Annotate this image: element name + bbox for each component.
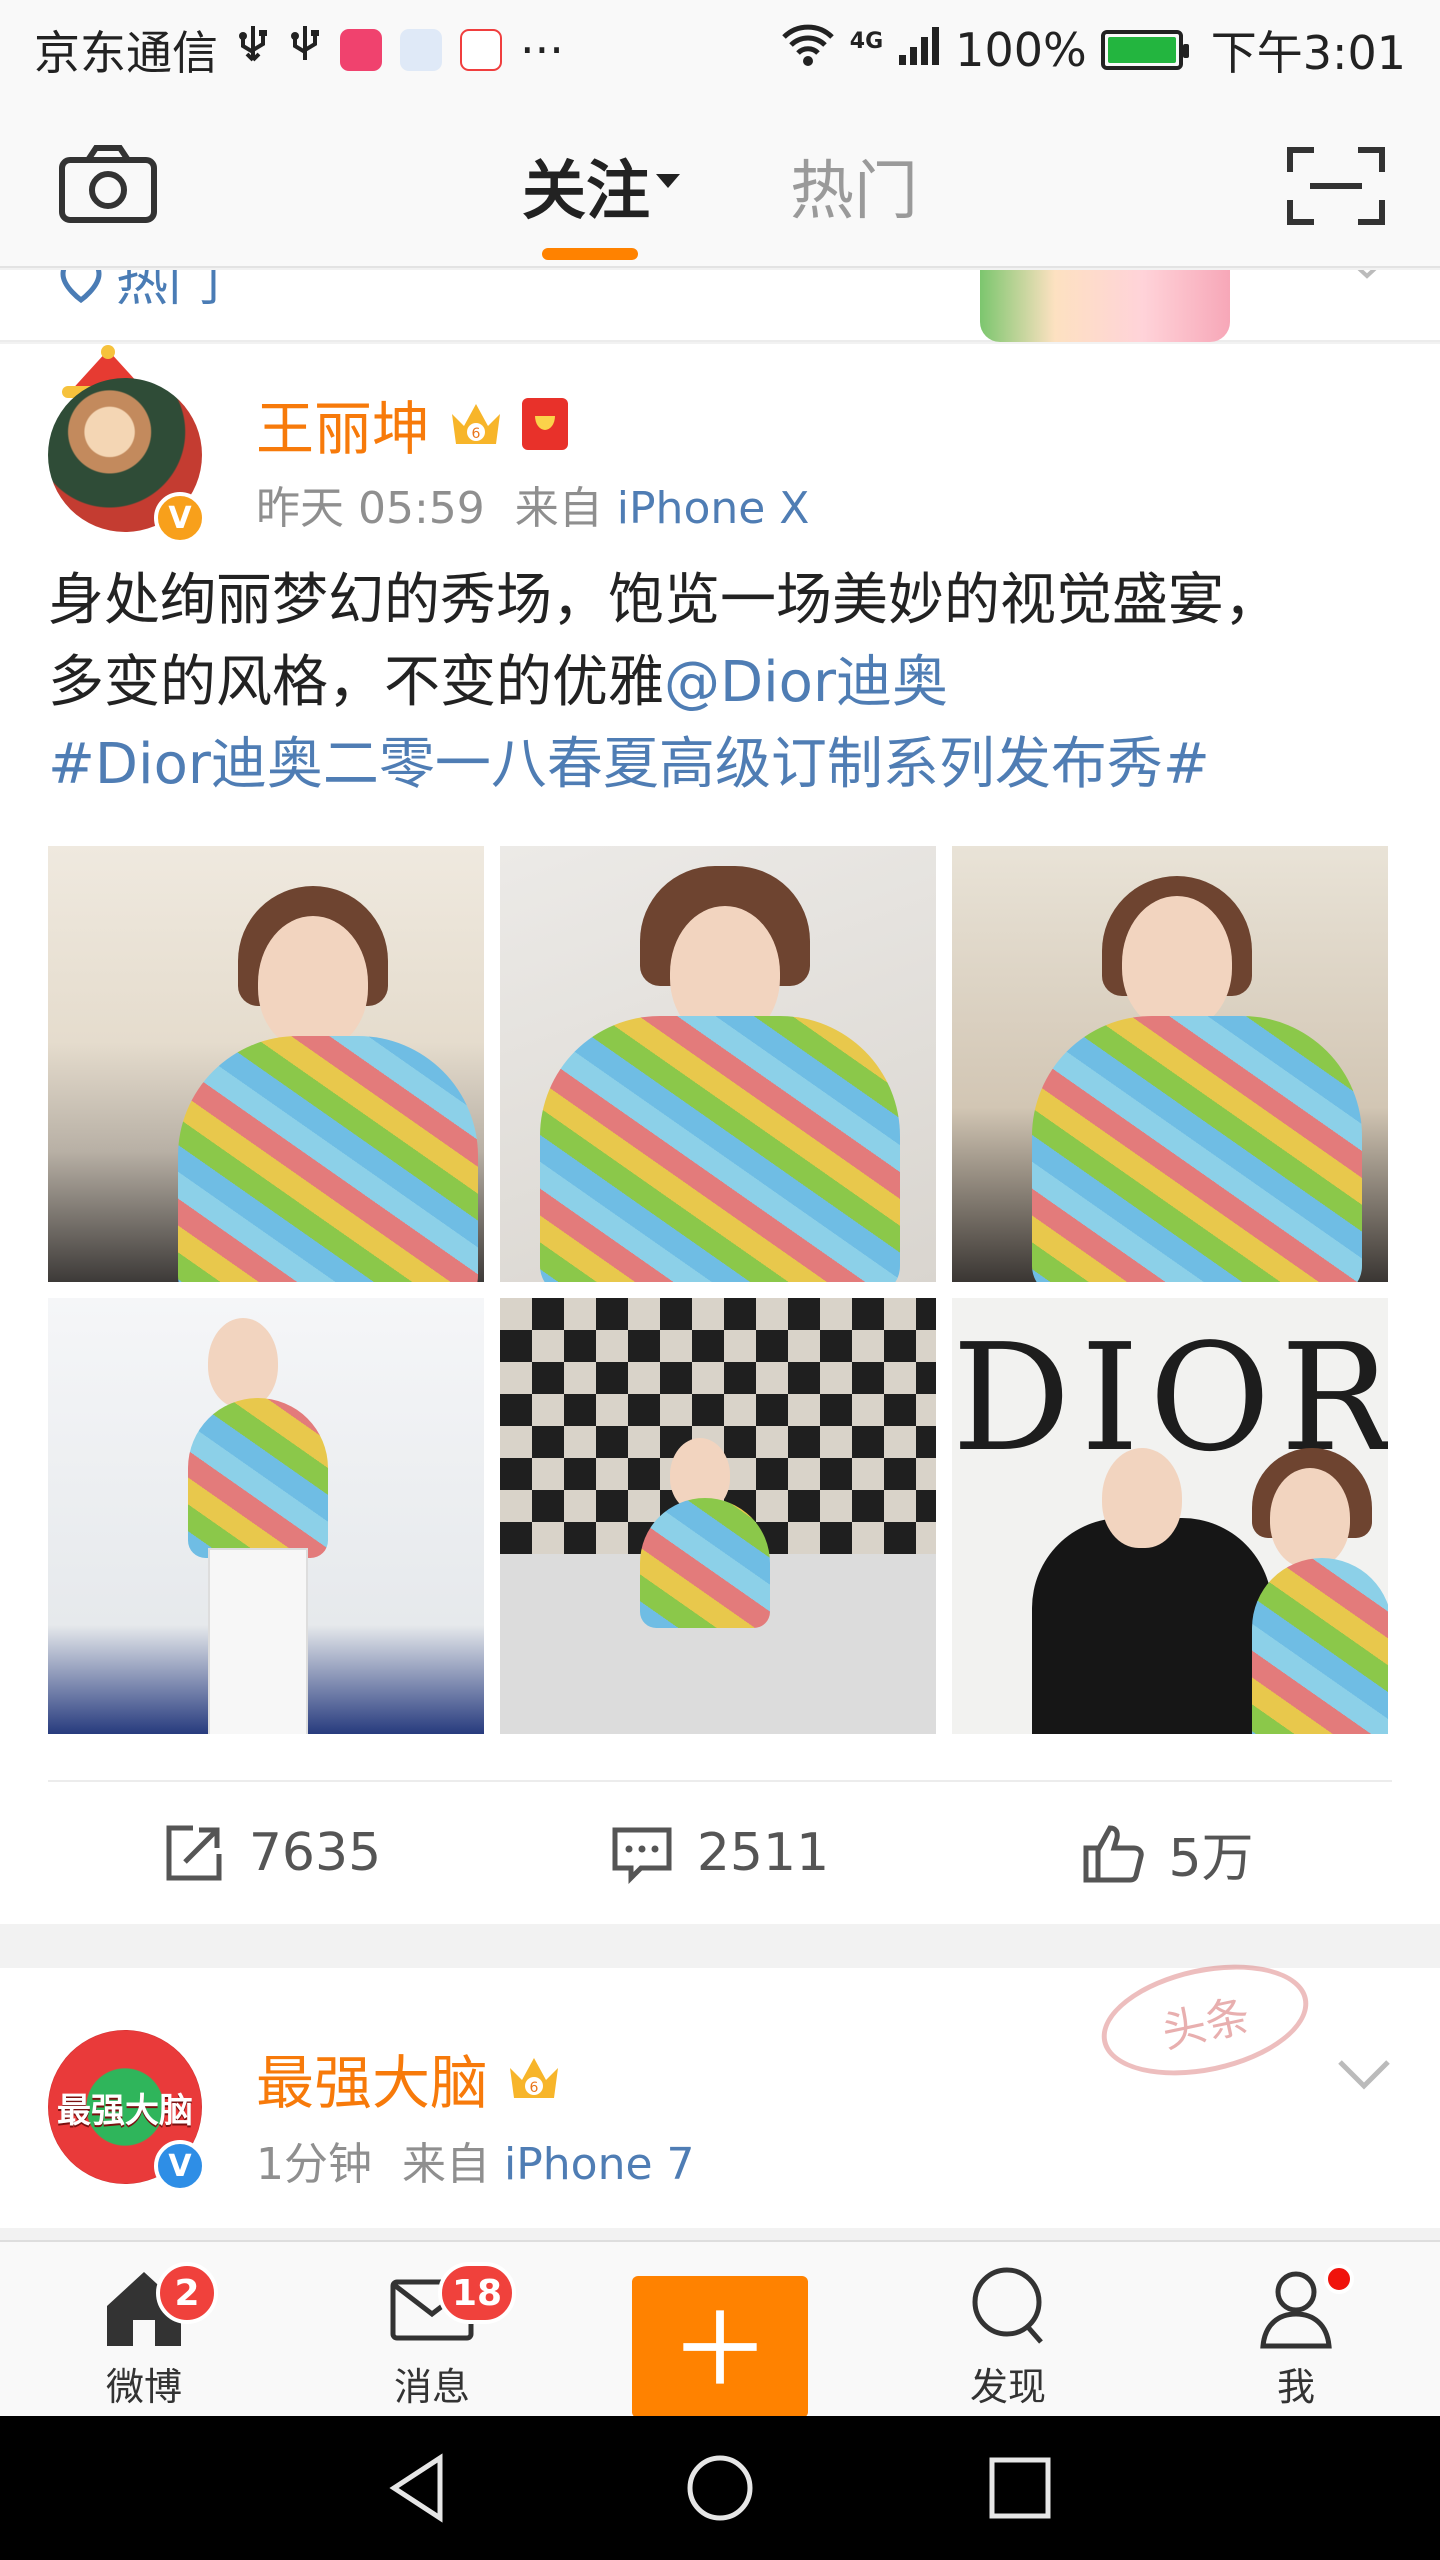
tab-discover-label: 发现: [969, 2365, 1046, 2409]
chevron-down-icon[interactable]: [1352, 270, 1382, 280]
svg-text:6: 6: [472, 426, 481, 442]
mention-link[interactable]: @Dior迪奥: [664, 650, 948, 715]
crown-icon: 6: [510, 2058, 559, 2098]
scan-icon[interactable]: [1286, 144, 1386, 228]
tab-me-label: 我: [1276, 2365, 1315, 2409]
recents-icon[interactable]: [980, 2448, 1060, 2528]
author-name[interactable]: 王丽坤: [256, 382, 430, 466]
signal-icon: [897, 23, 941, 78]
post-photo[interactable]: [500, 1298, 936, 1734]
hot-topic-label: 热门: [116, 270, 221, 313]
post-time: 昨天 05:59: [256, 483, 485, 534]
post-text-line: 身处绚丽梦幻的秀场，饱览一场美妙的视觉盛宴，: [48, 568, 1280, 633]
svg-text:6: 6: [530, 2080, 539, 2096]
usb-icon: [236, 23, 270, 77]
comment-icon: [612, 1827, 672, 1884]
wifi-icon: [780, 23, 836, 78]
like-button[interactable]: 5万: [944, 1816, 1392, 1891]
post-text: 身处绚丽梦幻的秀场，饱览一场美妙的视觉盛宴， 多变的风格，不变的优雅@Dior迪…: [0, 560, 1440, 806]
repost-button[interactable]: 7635: [48, 1822, 496, 1884]
active-tab-indicator: [542, 248, 638, 260]
network-type: 4G: [849, 29, 884, 54]
post-actions: 7635 2511 5万: [48, 1780, 1392, 1924]
video-app-icon: [340, 29, 382, 71]
post-photo[interactable]: [48, 846, 484, 1282]
usb-icon: [288, 23, 322, 77]
search-icon: [972, 2267, 1043, 2344]
post-text-line: 多变的风格，不变的优雅: [48, 650, 664, 715]
bottom-tab-bar: 微博 2 消息 18 发现 我: [0, 2240, 1440, 2418]
like-count: 5万: [1168, 1828, 1254, 1889]
battery-icon: [1100, 30, 1189, 70]
feed[interactable]: 热门 V 王丽坤 6 昨天 05:59 来自 iPhone X 身处绚丽梦幻的秀…: [0, 270, 1440, 2240]
source-device[interactable]: iPhone 7: [504, 2139, 695, 2190]
messages-badge: 18: [438, 2262, 517, 2324]
source-prefix: 来自: [514, 483, 603, 534]
back-icon[interactable]: [380, 2448, 460, 2528]
tab-hot-label: 热门: [790, 155, 918, 229]
post-photo[interactable]: [500, 846, 936, 1282]
tab-messages[interactable]: 消息 18: [288, 2242, 576, 2418]
tab-hot[interactable]: 热门: [790, 140, 918, 232]
home-badge: 2: [156, 2262, 218, 2324]
image-grid: DIOR: [48, 846, 1392, 1734]
post-card[interactable]: 头条 最强大脑 V 最强大脑 6 1分钟 来自 iPhone 7: [0, 1947, 1440, 2228]
tab-home-label: 微博: [105, 2365, 182, 2409]
more-notifications-icon: ···: [520, 23, 564, 77]
notification-dot: [1324, 2264, 1354, 2294]
thumbs-up-icon: [1083, 1825, 1145, 1883]
tab-compose[interactable]: [576, 2242, 864, 2418]
tab-home[interactable]: 微博 2: [0, 2242, 288, 2418]
author-name[interactable]: 最强大脑: [256, 2036, 488, 2120]
crown-icon: 6: [452, 404, 501, 444]
hashtag-link[interactable]: #Dior迪奥二零一八春夏高级订制系列发布秀#: [48, 724, 1392, 806]
repost-count: 7635: [248, 1823, 382, 1883]
sticker-image: [980, 270, 1230, 342]
post-photo[interactable]: [952, 846, 1388, 1282]
plus-icon: [683, 2310, 757, 2384]
system-navigation-bar: [0, 2416, 1440, 2560]
verified-badge: V: [154, 2140, 206, 2192]
hot-topic-link[interactable]: 热门: [56, 270, 220, 315]
carrier-name: 京东通信: [34, 26, 218, 80]
tab-following[interactable]: 关注: [522, 140, 680, 260]
repost-icon: [166, 1825, 222, 1881]
fire-app-icon: [460, 29, 502, 71]
previous-post-tail: 热门: [0, 270, 1440, 342]
dropdown-caret-icon: [656, 174, 680, 188]
avatar-text: 最强大脑: [57, 2090, 193, 2131]
chevron-down-icon[interactable]: [1336, 2058, 1392, 2092]
verified-badge: V: [154, 492, 206, 544]
map-app-icon: [400, 29, 442, 71]
tab-messages-label: 消息: [393, 2365, 470, 2409]
post-photo[interactable]: [48, 1298, 484, 1734]
comment-count: 2511: [696, 1823, 830, 1883]
source-prefix: 来自: [402, 2139, 490, 2190]
source-device[interactable]: iPhone X: [617, 483, 810, 534]
comment-button[interactable]: 2511: [496, 1822, 944, 1884]
tab-discover[interactable]: 发现: [864, 2242, 1152, 2418]
top-nav: 关注 热门: [0, 100, 1440, 268]
home-circle-icon[interactable]: [680, 2448, 760, 2528]
battery-percent: 100%: [955, 23, 1087, 77]
red-packet-icon[interactable]: [522, 398, 569, 450]
tab-following-label: 关注: [522, 155, 650, 229]
location-icon: [60, 270, 102, 303]
clock: 下午3:01: [1210, 26, 1406, 80]
status-bar: 京东通信 ··· 4G 100% 下午3:01: [0, 0, 1440, 100]
post-time: 1分钟: [256, 2139, 372, 2190]
post-photo[interactable]: DIOR: [952, 1298, 1388, 1734]
tab-me[interactable]: 我: [1152, 2242, 1440, 2418]
post-card[interactable]: V 王丽坤 6 昨天 05:59 来自 iPhone X 身处绚丽梦幻的秀场，饱…: [0, 344, 1440, 1924]
compose-button[interactable]: [632, 2276, 808, 2418]
